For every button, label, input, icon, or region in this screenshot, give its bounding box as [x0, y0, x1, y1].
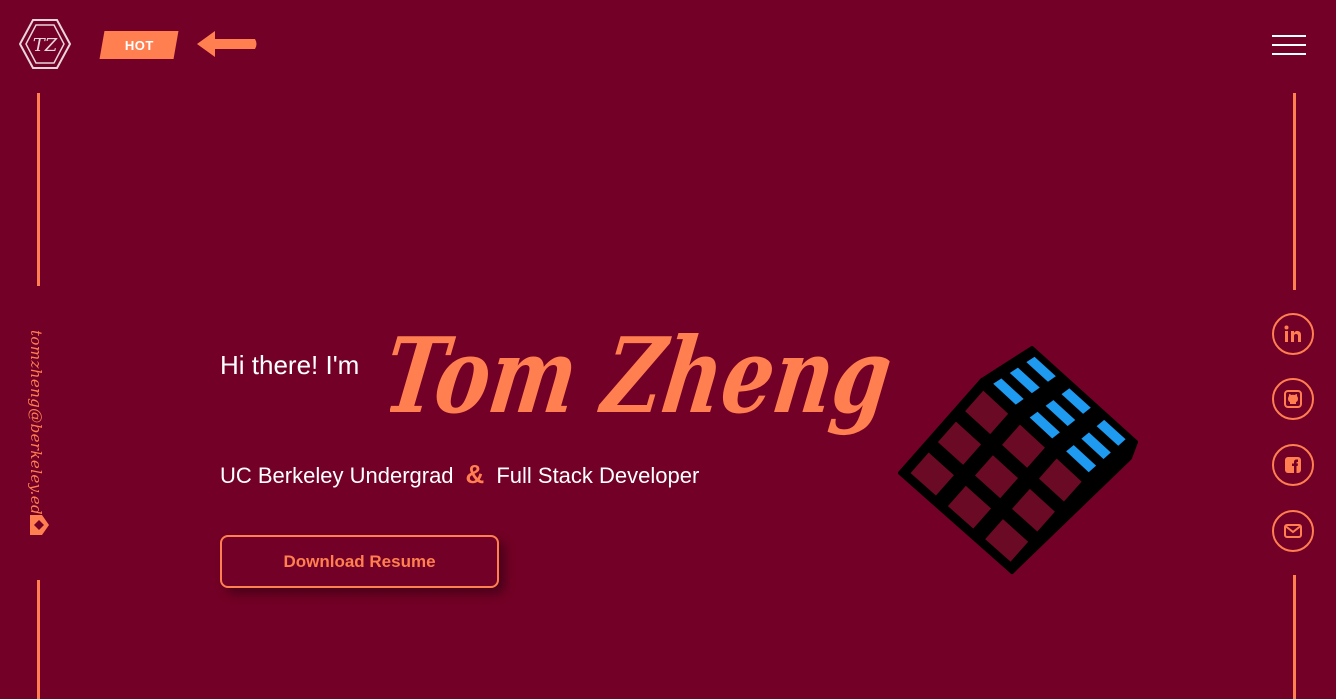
- hot-badge-label: HOT: [124, 37, 154, 53]
- email-button[interactable]: [1272, 510, 1314, 552]
- left-divider-top: [37, 93, 40, 286]
- github-button[interactable]: [1272, 378, 1314, 420]
- sidebar-email[interactable]: tomzheng@berkeley.edu: [27, 330, 45, 525]
- menu-bar: [1272, 53, 1306, 55]
- right-divider-bottom: [1293, 575, 1296, 699]
- linkedin-icon: [1284, 325, 1301, 342]
- envelope-icon: [1284, 524, 1302, 538]
- hamburger-menu-icon[interactable]: [1272, 33, 1306, 57]
- tz-logo[interactable]: TZ: [19, 18, 71, 70]
- linkedin-button[interactable]: [1272, 313, 1314, 355]
- hero-subtitle: UC Berkeley Undergrad & Full Stack Develop…: [220, 459, 699, 490]
- role-right: Full Stack Developer: [496, 463, 700, 488]
- hero-greeting: Hi there! I'm: [220, 350, 360, 380]
- download-resume-button[interactable]: Download Resume: [220, 535, 499, 588]
- menu-bar: [1272, 35, 1306, 37]
- menu-bar: [1272, 44, 1306, 46]
- hero-name-text: Tom Zheng: [390, 314, 899, 436]
- rubiks-cube-illustration: [898, 346, 1138, 574]
- role-left: UC Berkeley Undergrad: [220, 463, 454, 488]
- mail-tag-icon: [30, 515, 49, 535]
- hero-name: Tom Zheng: [390, 314, 899, 436]
- ampersand: &: [465, 459, 485, 489]
- facebook-button[interactable]: [1272, 444, 1314, 486]
- github-icon: [1284, 390, 1302, 408]
- arrow-left-icon: [197, 31, 257, 57]
- hot-badge: HOT: [99, 31, 179, 59]
- facebook-icon: [1285, 457, 1301, 473]
- right-divider-top: [1293, 93, 1296, 290]
- logo-text: TZ: [33, 35, 58, 56]
- left-divider-bottom: [37, 580, 40, 699]
